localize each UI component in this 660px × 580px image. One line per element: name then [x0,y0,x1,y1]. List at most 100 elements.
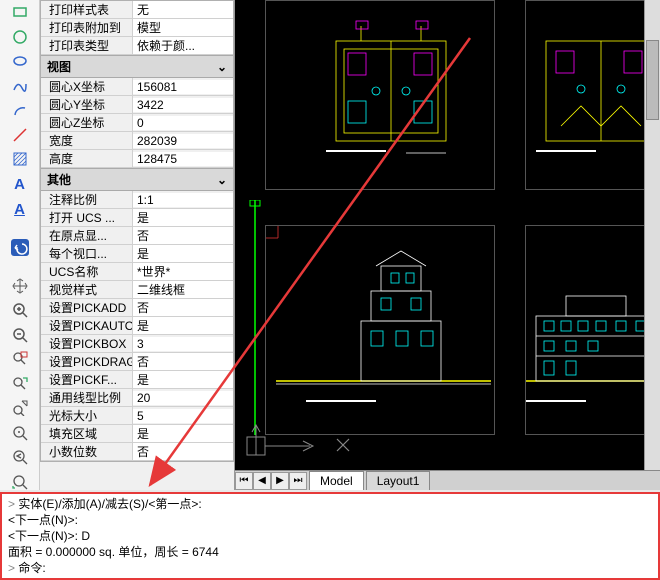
property-key: 设置PICKBOX [41,335,133,352]
property-row[interactable]: 小数位数否 [41,443,233,461]
property-row[interactable]: UCS名称*世界* [41,263,233,281]
property-value[interactable]: 模型 [133,19,233,36]
group-header[interactable]: 其他⌄ [41,168,233,191]
text-style-icon[interactable]: A [11,201,29,218]
tab-next-icon[interactable]: ▶ [271,472,289,490]
cmd-line-3: <下一点(N)>: D [8,529,90,543]
property-key: 光标大小 [41,407,133,424]
layout-tabs: ⏮ ◀ ▶ ⏭ Model Layout1 [235,470,660,490]
property-key: 圆心Y坐标 [41,96,133,113]
zoom-extents-icon[interactable] [11,375,29,392]
property-key: 宽度 [41,132,133,149]
property-row[interactable]: 设置PICKADD否 [41,299,233,317]
property-row[interactable]: 每个视口...是 [41,245,233,263]
cmd-line-1: 实体(E)/添加(A)/减去(S)/<第一点>: [18,497,201,511]
property-row[interactable]: 光标大小5 [41,407,233,425]
property-row[interactable]: 设置PICKF...是 [41,371,233,389]
command-line[interactable]: > 实体(E)/添加(A)/减去(S)/<第一点>: <下一点(N)>: <下一… [0,492,660,580]
property-value[interactable]: 否 [133,353,233,370]
spline-tool-icon[interactable] [11,78,29,95]
zoom-out-icon[interactable] [11,326,29,343]
tab-last-icon[interactable]: ⏭ [289,472,307,490]
tab-first-icon[interactable]: ⏮ [235,472,253,490]
property-key: 填充区域 [41,425,133,442]
property-value[interactable]: 20 [133,391,233,405]
property-value[interactable]: 0 [133,116,233,130]
hatch-tool-icon[interactable] [11,151,29,168]
collapse-icon: ⌄ [217,60,227,74]
text-tool-icon[interactable]: A [11,176,29,193]
cmd-prompt: 命令: [18,561,45,575]
property-key: 每个视口... [41,245,133,262]
property-value[interactable]: 5 [133,409,233,423]
property-row[interactable]: 打印表附加到模型 [41,19,233,37]
cmd-line-2: <下一点(N)>: [8,513,78,527]
property-key: 设置PICKAUTO [41,317,133,334]
property-value[interactable]: 无 [133,1,233,18]
property-key: 圆心X坐标 [41,78,133,95]
property-value[interactable]: 3422 [133,98,233,112]
property-row[interactable]: 打印样式表无 [41,1,233,19]
property-value[interactable]: 是 [133,317,233,334]
property-value[interactable]: 128475 [133,152,233,166]
property-row[interactable]: 打印表类型依赖于颜... [41,37,233,55]
property-row[interactable]: 视觉样式二维线框 [41,281,233,299]
property-row[interactable]: 宽度282039 [41,132,233,150]
property-value[interactable]: 是 [133,209,233,226]
property-row[interactable]: 填充区域是 [41,425,233,443]
rect-tool-icon[interactable] [11,4,29,21]
zoom-center-icon[interactable] [11,424,29,441]
zoom-window-icon[interactable] [11,351,29,368]
property-row[interactable]: 圆心Z坐标0 [41,114,233,132]
zoom-previous-icon[interactable] [11,449,29,466]
group-header[interactable]: 视图⌄ [41,55,233,78]
tab-model[interactable]: Model [309,471,364,491]
property-value[interactable]: *世界* [133,263,233,280]
property-key: 设置PICKF... [41,371,133,388]
property-value[interactable]: 是 [133,245,233,262]
property-row[interactable]: 设置PICKDRAG否 [41,353,233,371]
undo-icon[interactable] [11,239,29,256]
zoom-realtime-icon[interactable] [11,474,29,491]
circle-tool-icon[interactable] [11,29,29,46]
property-key: 设置PICKADD [41,299,133,316]
property-value[interactable]: 156081 [133,80,233,94]
ellipse-tool-icon[interactable] [11,53,29,70]
pan-icon[interactable] [11,277,29,294]
viewport-scrollbar[interactable] [644,0,660,470]
property-row[interactable]: 高度128475 [41,150,233,168]
property-value[interactable]: 282039 [133,134,233,148]
property-value[interactable]: 否 [133,443,233,460]
drawing-viewport[interactable]: ⏮ ◀ ▶ ⏭ Model Layout1 [235,0,660,490]
property-value[interactable]: 依赖于颜... [133,37,233,54]
property-row[interactable]: 设置PICKBOX3 [41,335,233,353]
property-key: 在原点显... [41,227,133,244]
property-key: 设置PICKDRAG [41,353,133,370]
tab-prev-icon[interactable]: ◀ [253,472,271,490]
property-value[interactable]: 是 [133,425,233,442]
property-value[interactable]: 否 [133,227,233,244]
property-value[interactable]: 是 [133,371,233,388]
property-row[interactable]: 在原点显...否 [41,227,233,245]
property-key: 打印表附加到 [41,19,133,36]
property-row[interactable]: 圆心X坐标156081 [41,78,233,96]
property-value[interactable]: 3 [133,337,233,351]
property-value[interactable]: 1:1 [133,193,233,207]
zoom-all-icon[interactable] [11,400,29,417]
arc-tool-icon[interactable] [11,102,29,119]
properties-panel: 打印样式表无打印表附加到模型打印表类型依赖于颜...视图⌄圆心X坐标156081… [40,0,235,490]
property-key: 高度 [41,150,133,167]
left-toolbar: A A [0,0,40,490]
line-tool-icon[interactable] [11,127,29,144]
property-key: 小数位数 [41,443,133,460]
tab-layout1[interactable]: Layout1 [366,471,431,491]
property-key: 通用线型比例 [41,389,133,406]
property-row[interactable]: 圆心Y坐标3422 [41,96,233,114]
property-value[interactable]: 否 [133,299,233,316]
property-row[interactable]: 设置PICKAUTO是 [41,317,233,335]
property-value[interactable]: 二维线框 [133,281,233,298]
property-row[interactable]: 通用线型比例20 [41,389,233,407]
property-row[interactable]: 打开 UCS ...是 [41,209,233,227]
property-row[interactable]: 注释比例1:1 [41,191,233,209]
zoom-in-icon[interactable] [11,302,29,319]
